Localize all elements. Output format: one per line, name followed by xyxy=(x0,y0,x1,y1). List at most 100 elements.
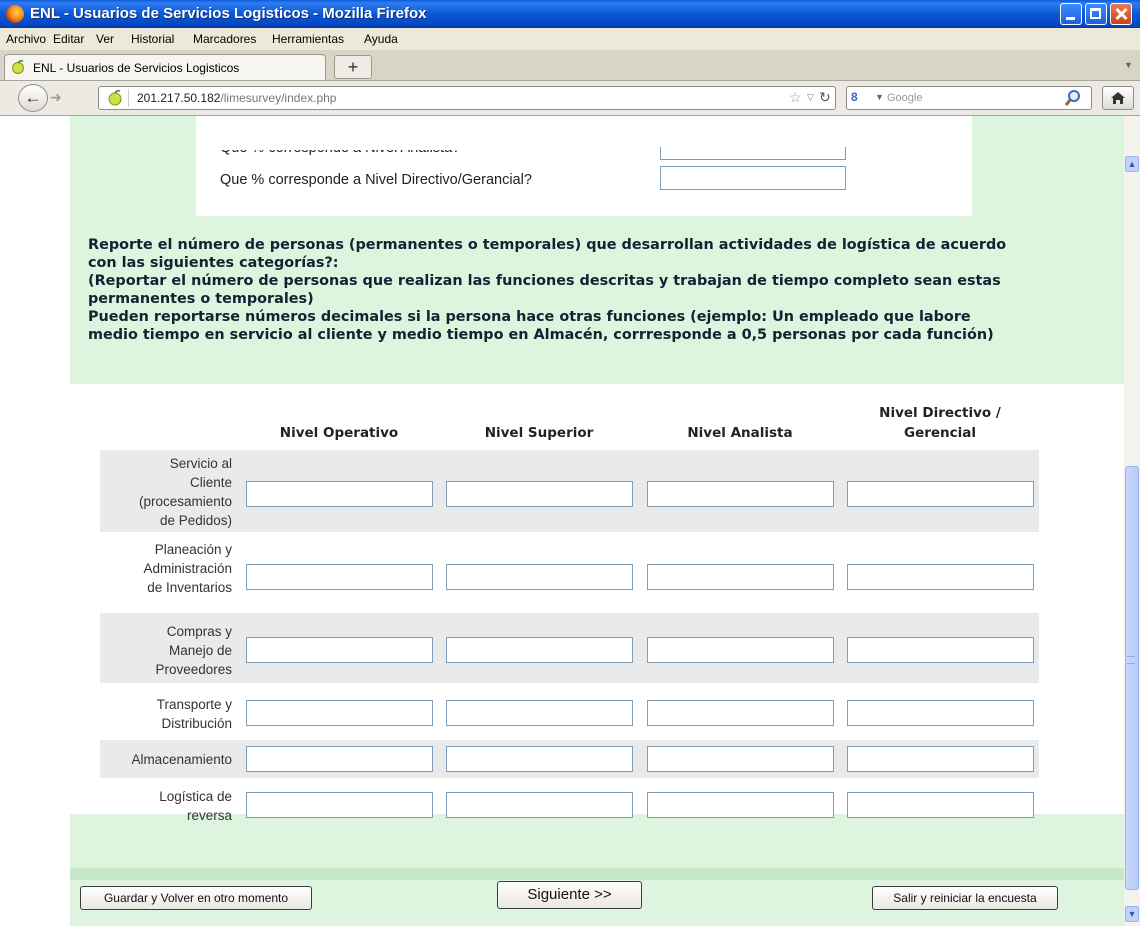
menu-ayuda[interactable]: Ayuda xyxy=(364,32,398,46)
home-button[interactable] xyxy=(1102,86,1134,110)
page-viewport: Que % corresponde a Nivel Analista? Que … xyxy=(0,116,1124,926)
limesurvey-favicon-icon xyxy=(12,60,24,74)
input-almacenamiento-operativo[interactable] xyxy=(246,746,433,772)
search-placeholder: Google xyxy=(887,92,923,104)
window-title: ENL - Usuarios de Servicios Logisticos -… xyxy=(30,5,427,22)
row-label-line: Almacenamiento xyxy=(131,752,232,767)
forward-button[interactable]: ➜ xyxy=(50,89,62,106)
reload-icon[interactable]: ↻ xyxy=(819,89,831,106)
input-reversa-superior[interactable] xyxy=(446,792,633,818)
input-compras-superior[interactable] xyxy=(446,637,633,663)
input-almacenamiento-analista[interactable] xyxy=(647,746,834,772)
navigation-bar: ← ➜ 201.217.50.182/limesurvey/index.php … xyxy=(0,81,1140,116)
column-header-nivel-operativo: Nivel Operativo xyxy=(240,423,438,443)
menu-editar[interactable]: Editar xyxy=(53,32,84,46)
pct-directivo-label: Que % corresponde a Nivel Directivo/Gera… xyxy=(220,172,532,188)
column-header-text: Nivel Operativo xyxy=(279,425,399,441)
menu-historial[interactable]: Historial xyxy=(131,32,174,46)
new-tab-button[interactable]: + xyxy=(334,55,372,79)
menu-marcadores[interactable]: Marcadores xyxy=(193,32,256,46)
search-icon[interactable] xyxy=(1063,88,1083,108)
survey-footer-bar xyxy=(70,868,1124,880)
site-identity-icon[interactable] xyxy=(102,89,129,107)
maximize-button[interactable] xyxy=(1085,3,1107,25)
bookmark-star-icon[interactable]: ☆ xyxy=(789,89,802,106)
row-label-line: reversa xyxy=(186,808,232,823)
row-label-line: Compras y xyxy=(166,624,232,639)
row-label-line: Logística de xyxy=(159,789,232,804)
search-bar[interactable]: 8 ▼ Google xyxy=(846,86,1092,110)
input-transporte-analista[interactable] xyxy=(647,700,834,726)
firefox-logo-icon xyxy=(6,5,24,23)
minimize-button[interactable] xyxy=(1060,3,1082,25)
close-window-button[interactable] xyxy=(1110,3,1132,25)
menu-archivo[interactable]: Archivo xyxy=(6,32,46,46)
url-bar[interactable]: 201.217.50.182/limesurvey/index.php ☆ ▽ … xyxy=(98,86,836,110)
question-line: con las siguientes categorías?: xyxy=(88,255,339,271)
scrollbar-thumb[interactable] xyxy=(1125,466,1139,890)
input-servicio-analista[interactable] xyxy=(647,481,834,507)
column-header-text: Gerencial xyxy=(903,425,977,441)
engine-dropdown-icon[interactable]: ▼ xyxy=(875,92,884,102)
input-planeacion-analista[interactable] xyxy=(647,564,834,590)
save-later-button[interactable]: Guardar y Volver en otro momento xyxy=(80,886,312,910)
input-servicio-operativo[interactable] xyxy=(246,481,433,507)
input-compras-analista[interactable] xyxy=(647,637,834,663)
back-arrow-icon: ← xyxy=(24,88,42,107)
row-label-transporte: Transporte y Distribución xyxy=(104,695,232,733)
input-servicio-directivo[interactable] xyxy=(847,481,1034,507)
row-label-line: Administración xyxy=(143,561,232,576)
scroll-down-arrow-icon[interactable]: ▼ xyxy=(1125,906,1139,922)
menu-herramientas[interactable]: Herramientas xyxy=(272,32,344,46)
row-label-line: (procesamiento xyxy=(138,494,232,509)
history-dropdown-icon[interactable]: ▽ xyxy=(807,92,814,103)
question-text: Reporte el número de personas (permanent… xyxy=(88,236,1048,344)
tab-list-icon[interactable]: ▼ xyxy=(1124,60,1133,70)
input-almacenamiento-superior[interactable] xyxy=(446,746,633,772)
column-header-nivel-directivo: Nivel Directivo / Gerencial xyxy=(841,403,1039,443)
input-transporte-operativo[interactable] xyxy=(246,700,433,726)
google-engine-icon[interactable]: 8 xyxy=(851,90,871,106)
next-button[interactable]: Siguiente >> xyxy=(497,881,642,909)
row-label-logistica-reversa: Logística de reversa xyxy=(104,787,232,825)
input-servicio-superior[interactable] xyxy=(446,481,633,507)
tab-label: ENL - Usuarios de Servicios Logisticos xyxy=(33,61,240,75)
previous-question-box xyxy=(196,116,972,216)
scroll-up-arrow-icon[interactable]: ▲ xyxy=(1125,156,1139,172)
input-reversa-analista[interactable] xyxy=(647,792,834,818)
vertical-scrollbar[interactable]: ▲ ▼ xyxy=(1124,116,1140,926)
column-header-text: Nivel Analista xyxy=(687,425,793,441)
row-label-line: Servicio al xyxy=(169,456,232,471)
question-line: Pueden reportarse números decimales si l… xyxy=(88,309,971,325)
input-planeacion-directivo[interactable] xyxy=(847,564,1034,590)
question-line: medio tiempo en servicio al cliente y me… xyxy=(88,327,994,343)
row-label-servicio-cliente: Servicio al Cliente (procesamiento de Pe… xyxy=(104,454,232,530)
input-almacenamiento-directivo[interactable] xyxy=(847,746,1034,772)
input-reversa-directivo[interactable] xyxy=(847,792,1034,818)
row-label-line: Manejo de xyxy=(168,643,232,658)
input-planeacion-operativo[interactable] xyxy=(246,564,433,590)
question-line: Reporte el número de personas (permanent… xyxy=(88,237,1007,253)
input-compras-operativo[interactable] xyxy=(246,637,433,663)
input-transporte-superior[interactable] xyxy=(446,700,633,726)
url-path: /limesurvey/index.php xyxy=(220,91,337,105)
pct-directivo-input[interactable] xyxy=(660,166,846,190)
home-icon xyxy=(1111,92,1125,104)
tab-bar: ENL - Usuarios de Servicios Logisticos +… xyxy=(0,50,1140,81)
row-label-line: Proveedores xyxy=(155,662,232,677)
input-compras-directivo[interactable] xyxy=(847,637,1034,663)
back-button[interactable]: ← xyxy=(18,84,48,112)
column-header-nivel-analista: Nivel Analista xyxy=(641,423,839,443)
row-label-compras: Compras y Manejo de Proveedores xyxy=(104,622,232,679)
question-line: (Reportar el número de personas que real… xyxy=(88,273,1001,289)
url-host: 201.217.50.182 xyxy=(137,91,221,105)
menu-ver[interactable]: Ver xyxy=(96,32,114,46)
input-planeacion-superior[interactable] xyxy=(446,564,633,590)
tab-enl-survey[interactable]: ENL - Usuarios de Servicios Logisticos xyxy=(4,54,326,80)
exit-restart-button[interactable]: Salir y reiniciar la encuesta xyxy=(872,886,1058,910)
window-titlebar: ENL - Usuarios de Servicios Logisticos -… xyxy=(0,0,1140,28)
input-transporte-directivo[interactable] xyxy=(847,700,1034,726)
row-label-planeacion: Planeación y Administración de Inventari… xyxy=(104,540,232,597)
input-reversa-operativo[interactable] xyxy=(246,792,433,818)
question-line: permanentes o temporales) xyxy=(88,291,314,307)
